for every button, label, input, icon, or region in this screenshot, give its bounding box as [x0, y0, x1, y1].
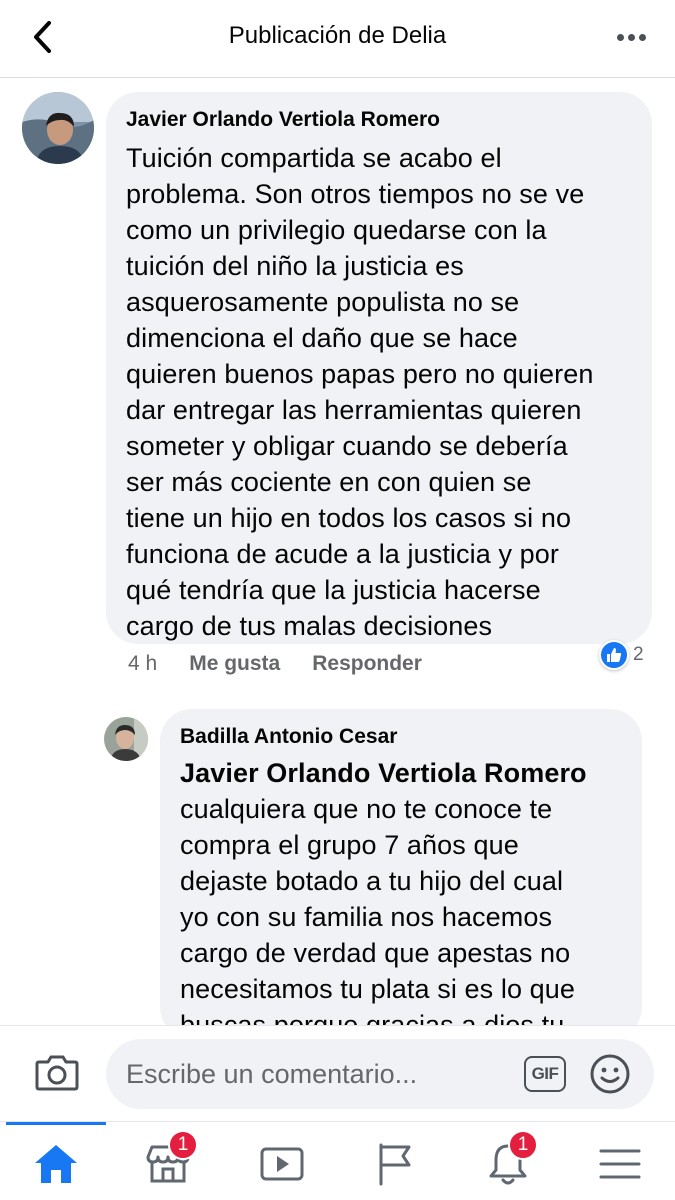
video-play-icon — [260, 1147, 304, 1181]
active-tab-indicator — [6, 1122, 106, 1125]
comment-text: Tuición compartida se acabo el problema.… — [126, 143, 594, 641]
flag-icon — [379, 1143, 411, 1186]
comment-author[interactable]: Javier Orlando Vertiola Romero — [126, 106, 642, 134]
comments-feed[interactable]: Javier Orlando Vertiola Romero Tuición c… — [0, 79, 675, 1025]
reply-bubble[interactable]: Badilla Antonio Cesar Javier Orlando Ver… — [160, 709, 642, 1025]
notification-badge: 1 — [168, 1130, 198, 1160]
avatar[interactable] — [22, 92, 94, 164]
reaction-summary[interactable]: 2 — [599, 640, 644, 670]
comment-actions: 4 h Me gusta Responder — [128, 652, 422, 676]
camera-icon — [35, 1055, 79, 1091]
thumbs-up-icon — [599, 640, 629, 670]
smiley-icon — [590, 1054, 630, 1094]
reply-text: Javier Orlando Vertiola Romero cualquier… — [180, 755, 630, 1025]
notification-badge: 1 — [508, 1130, 538, 1160]
reaction-count: 2 — [633, 644, 644, 665]
comment-timestamp[interactable]: 4 h — [128, 652, 157, 676]
more-horizontal-icon — [616, 33, 624, 41]
gif-button[interactable]: GIF — [524, 1056, 566, 1092]
tab-home[interactable] — [28, 1136, 84, 1192]
camera-button[interactable] — [32, 1048, 82, 1098]
reply-author[interactable]: Badilla Antonio Cesar — [180, 723, 630, 751]
home-icon — [35, 1145, 77, 1183]
tab-pages[interactable] — [367, 1136, 423, 1192]
tab-menu[interactable] — [592, 1136, 648, 1192]
tab-watch[interactable] — [254, 1136, 310, 1192]
top-bar: Publicación de Delia — [0, 0, 675, 78]
like-button[interactable]: Me gusta — [189, 652, 280, 676]
comment-bubble[interactable]: Javier Orlando Vertiola Romero Tuición c… — [106, 92, 652, 644]
tab-marketplace[interactable]: 1 — [140, 1130, 198, 1192]
more-options-button[interactable] — [611, 22, 651, 52]
emoji-button[interactable] — [588, 1052, 632, 1096]
avatar[interactable] — [104, 717, 148, 761]
reply-button[interactable]: Responder — [312, 652, 422, 676]
comment-input[interactable] — [106, 1039, 654, 1109]
hamburger-menu-icon — [599, 1149, 641, 1179]
tab-notifications[interactable]: 1 — [480, 1130, 538, 1192]
page-title: Publicación de Delia — [228, 22, 447, 49]
bottom-tab-bar: 1 1 — [0, 1121, 675, 1200]
comment-composer: GIF — [0, 1025, 675, 1121]
mention-link[interactable]: Javier Orlando Vertiola Romero — [180, 755, 630, 791]
